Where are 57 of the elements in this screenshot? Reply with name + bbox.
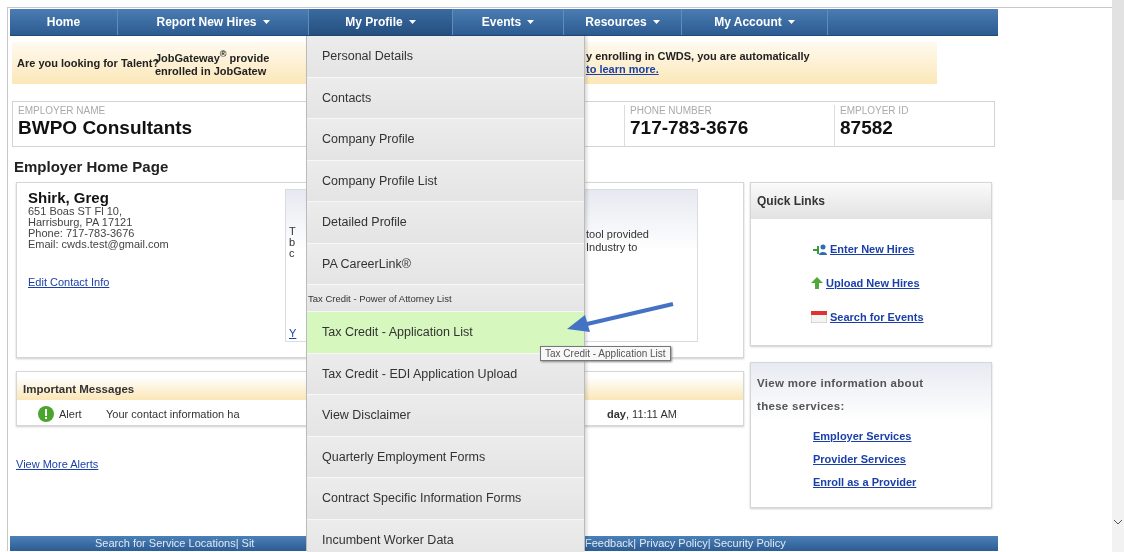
panel-text: c	[289, 248, 295, 259]
menu-item[interactable]: Company Profile List	[307, 160, 584, 202]
people-icon	[811, 243, 827, 255]
menu-item[interactable]: Incumbent Worker Data	[307, 519, 584, 552]
menu-item[interactable]: Quarterly Employment Forms	[307, 436, 584, 478]
edit-contact-link[interactable]: Edit Contact Info	[28, 276, 110, 288]
field-label: EMPLOYER ID	[840, 105, 909, 116]
banner-text: y enrolling in CWDS, you are automatically	[586, 50, 810, 63]
field-label: EMPLOYER NAME	[18, 105, 106, 116]
field-value: 87582	[840, 116, 893, 140]
footer-links: Search for Service Locations| Sit	[95, 536, 256, 551]
scroll-down-icon	[1114, 520, 1122, 525]
message-text: Your contact information ha	[106, 408, 240, 420]
view-more-alerts-link[interactable]: View More Alerts	[16, 458, 99, 470]
service-link[interactable]: Enroll as a Provider	[813, 476, 917, 488]
nav-item[interactable]: Home	[10, 9, 118, 35]
menu-item[interactable]: Tax Credit - Power of Attorney List	[307, 285, 584, 312]
panel-text: tool provided	[586, 228, 650, 241]
message-time: day, 11:11 AM	[607, 408, 677, 420]
contact-line: Phone: 717-783-3676	[28, 228, 136, 239]
nav-item[interactable]: My Account	[682, 9, 828, 35]
contact-line: Email: cwds.test@gmail.com	[28, 239, 170, 250]
contact-line: Harrisburg, PA 17121	[28, 217, 133, 228]
menu-item[interactable]: View Disclaimer	[307, 395, 584, 437]
quick-link[interactable]: Enter New Hires	[830, 243, 915, 255]
message-type: Alert	[59, 408, 82, 420]
page-title: Employer Home Page	[14, 158, 170, 176]
contact-name: Shirk, Greg	[28, 189, 110, 206]
alert-icon	[38, 406, 54, 422]
calendar-icon	[811, 311, 827, 323]
panel-text: Industry to	[586, 241, 639, 254]
field-label: PHONE NUMBER	[630, 105, 712, 116]
menu-item[interactable]: Contract Specific Information Forms	[307, 478, 584, 520]
menu-item[interactable]: Company Profile	[307, 119, 584, 161]
menu-item[interactable]: Personal Details	[307, 36, 584, 78]
menu-item[interactable]: PA CareerLink®	[307, 243, 584, 285]
tooltip: Tax Credit - Application List	[540, 346, 671, 361]
nav-item[interactable]: Events	[453, 9, 564, 35]
quick-link[interactable]: Search for Events	[830, 311, 924, 323]
services-heading: View more information about these services:	[757, 376, 925, 414]
upload-icon	[811, 277, 823, 289]
footer-links: Feedback| Privacy Policy| Security Policy	[585, 536, 787, 551]
contact-line: 651 Boas ST Fl 10,	[28, 206, 123, 217]
quick-link[interactable]: Upload New Hires	[826, 277, 920, 289]
service-link[interactable]: Employer Services	[813, 430, 912, 442]
learn-more-link[interactable]: to learn more.	[586, 63, 659, 76]
quick-links-header: Quick Links	[751, 183, 991, 219]
panel-text: T	[289, 226, 296, 237]
service-link[interactable]: Provider Services	[813, 453, 906, 465]
nav-item[interactable]: Resources	[564, 9, 682, 35]
nav-item[interactable]: My Profile	[309, 9, 453, 35]
menu-item[interactable]: Contacts	[307, 77, 584, 119]
field-value: 717-783-3676	[630, 116, 749, 140]
field-value: BWPO Consultants	[18, 116, 193, 140]
menu-item[interactable]: Detailed Profile	[307, 202, 584, 244]
panel-text: b	[289, 237, 296, 248]
panel-link[interactable]: Y	[289, 328, 297, 339]
